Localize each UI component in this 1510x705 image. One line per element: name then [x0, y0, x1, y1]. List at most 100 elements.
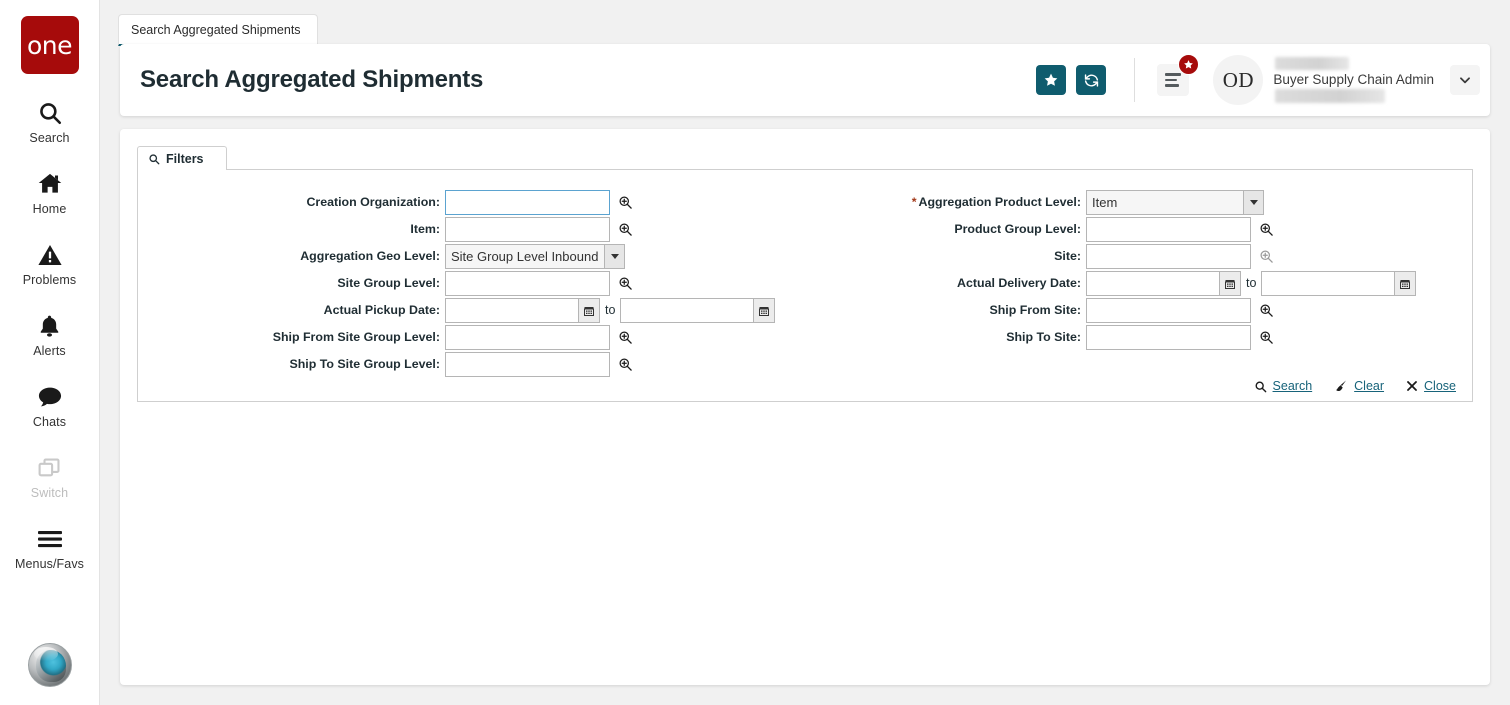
- magnifier-plus-icon[interactable]: [1254, 217, 1278, 242]
- magnifier-plus-icon[interactable]: [613, 352, 637, 377]
- filters-left-column: Creation Organization: Item:: [138, 190, 798, 379]
- search-icon: [1254, 380, 1267, 393]
- warning-icon: [37, 240, 63, 270]
- hamburger-icon: [1165, 71, 1181, 90]
- sidebar-item-home[interactable]: Home: [0, 169, 100, 216]
- ship-from-site-group-level-input[interactable]: [445, 325, 610, 350]
- sidebar-item-problems[interactable]: Problems: [0, 240, 100, 287]
- actual-delivery-date-to-input[interactable]: [1261, 271, 1395, 296]
- field-ship-to-site-group-level: Ship To Site Group Level:: [138, 352, 798, 377]
- field-site-group-level: Site Group Level:: [138, 271, 798, 296]
- menus-favs-button[interactable]: [1157, 64, 1189, 96]
- tab-filters-label: Filters: [166, 152, 204, 166]
- clear-button[interactable]: Clear: [1334, 379, 1384, 393]
- sidebar-item-label: Menus/Favs: [15, 557, 84, 571]
- search-button[interactable]: Search: [1254, 379, 1313, 393]
- magnifier-plus-icon[interactable]: [1254, 298, 1278, 323]
- actual-pickup-date-to-input[interactable]: [620, 298, 754, 323]
- aggregation-product-level-select[interactable]: Item: [1086, 190, 1264, 215]
- field-site: Site:: [778, 244, 1458, 269]
- star-icon: [1043, 72, 1059, 88]
- user-menu-button[interactable]: [1450, 65, 1480, 95]
- field-label: Actual Pickup Date:: [138, 298, 445, 323]
- star-icon: [1183, 59, 1194, 70]
- search-icon: [37, 98, 63, 128]
- sidebar-item-search[interactable]: Search: [0, 98, 100, 145]
- field-label: Aggregation Geo Level:: [138, 244, 445, 269]
- actual-delivery-date-from-input[interactable]: [1086, 271, 1220, 296]
- chat-icon: [36, 382, 64, 412]
- filters-right-column: *Aggregation Product Level: Item Product…: [778, 190, 1458, 352]
- avatar-gloss: [34, 647, 58, 661]
- field-aggregation-product-level: *Aggregation Product Level: Item: [778, 190, 1458, 215]
- sidebar-item-label: Chats: [33, 415, 66, 429]
- creation-organization-input[interactable]: [445, 190, 610, 215]
- refresh-button[interactable]: [1076, 65, 1106, 95]
- date-range-separator: to: [605, 298, 615, 323]
- aggregation-geo-level-select[interactable]: Site Group Level Inbound: [445, 244, 625, 269]
- field-actual-delivery-date: Actual Delivery Date: to: [778, 271, 1458, 296]
- field-label: Ship From Site:: [778, 298, 1086, 323]
- avatar[interactable]: [28, 643, 72, 687]
- field-label: Ship From Site Group Level:: [138, 325, 445, 350]
- field-label-text: Aggregation Product Level:: [919, 195, 1081, 209]
- filters-actions: Search Clear Close: [1254, 379, 1456, 393]
- ship-to-site-group-level-input[interactable]: [445, 352, 610, 377]
- ship-to-site-input[interactable]: [1086, 325, 1251, 350]
- broom-icon: [1334, 379, 1348, 393]
- magnifier-plus-icon[interactable]: [613, 325, 637, 350]
- page-header: Search Aggregated Shipments: [120, 44, 1490, 116]
- calendar-icon[interactable]: [1395, 271, 1416, 296]
- redacted-organization: [1275, 89, 1385, 103]
- tab-search-aggregated-shipments[interactable]: Search Aggregated Shipments: [118, 14, 318, 46]
- main-content-card: Filters Creation Organization: Item:: [120, 129, 1490, 685]
- magnifier-plus-icon[interactable]: [1254, 325, 1278, 350]
- magnifier-plus-icon[interactable]: [613, 217, 637, 242]
- sidebar-item-switch[interactable]: Switch: [0, 453, 100, 500]
- bell-icon: [37, 311, 62, 341]
- site-group-level-input[interactable]: [445, 271, 610, 296]
- filters-tabbar: Filters: [137, 146, 1473, 170]
- sidebar-item-menus-favs[interactable]: Menus/Favs: [0, 524, 100, 571]
- field-label: Product Group Level:: [778, 217, 1086, 242]
- item-input[interactable]: [445, 217, 610, 242]
- chevron-down-icon: [1458, 73, 1472, 87]
- user-initials: OD: [1223, 68, 1254, 93]
- tab-strip: Search Aggregated Shipments: [118, 14, 318, 46]
- hamburger-icon: [36, 524, 64, 554]
- close-button[interactable]: Close: [1406, 379, 1456, 393]
- ship-from-site-input[interactable]: [1086, 298, 1251, 323]
- product-group-level-input[interactable]: [1086, 217, 1251, 242]
- sidebar-item-label: Home: [33, 202, 67, 216]
- field-item: Item:: [138, 217, 798, 242]
- favorites-badge: [1178, 54, 1199, 75]
- clear-button-label: Clear: [1354, 379, 1384, 393]
- aggregation-geo-level-select-wrap: Site Group Level Inbound: [445, 244, 625, 269]
- magnifier-plus-icon[interactable]: [1254, 244, 1278, 269]
- close-button-label: Close: [1424, 379, 1456, 393]
- favorite-button[interactable]: [1036, 65, 1066, 95]
- calendar-icon[interactable]: [754, 298, 775, 323]
- magnifier-plus-icon[interactable]: [613, 190, 637, 215]
- magnifier-plus-icon[interactable]: [613, 271, 637, 296]
- field-actual-pickup-date: Actual Pickup Date: to: [138, 298, 798, 323]
- calendar-icon[interactable]: [1220, 271, 1241, 296]
- refresh-icon: [1083, 72, 1100, 89]
- sidebar-item-label: Alerts: [33, 344, 66, 358]
- tab-label: Search Aggregated Shipments: [131, 23, 301, 37]
- user-initials-avatar[interactable]: OD: [1213, 55, 1263, 105]
- sidebar-item-alerts[interactable]: Alerts: [0, 311, 100, 358]
- sidebar-item-chats[interactable]: Chats: [0, 382, 100, 429]
- calendar-icon[interactable]: [579, 298, 600, 323]
- page-title: Search Aggregated Shipments: [140, 66, 483, 94]
- header-actions: OD Buyer Supply Chain Admin: [1026, 44, 1490, 116]
- left-sidebar: one Search Home Problems: [0, 0, 100, 705]
- site-input[interactable]: [1086, 244, 1251, 269]
- actual-pickup-date-from-input[interactable]: [445, 298, 579, 323]
- tab-filters[interactable]: Filters: [137, 146, 227, 171]
- filters-form: Creation Organization: Item:: [137, 170, 1473, 402]
- brand-logo[interactable]: one: [21, 16, 79, 74]
- field-label: Creation Organization:: [138, 190, 445, 215]
- search-button-label: Search: [1273, 379, 1313, 393]
- date-range-separator: to: [1246, 271, 1256, 296]
